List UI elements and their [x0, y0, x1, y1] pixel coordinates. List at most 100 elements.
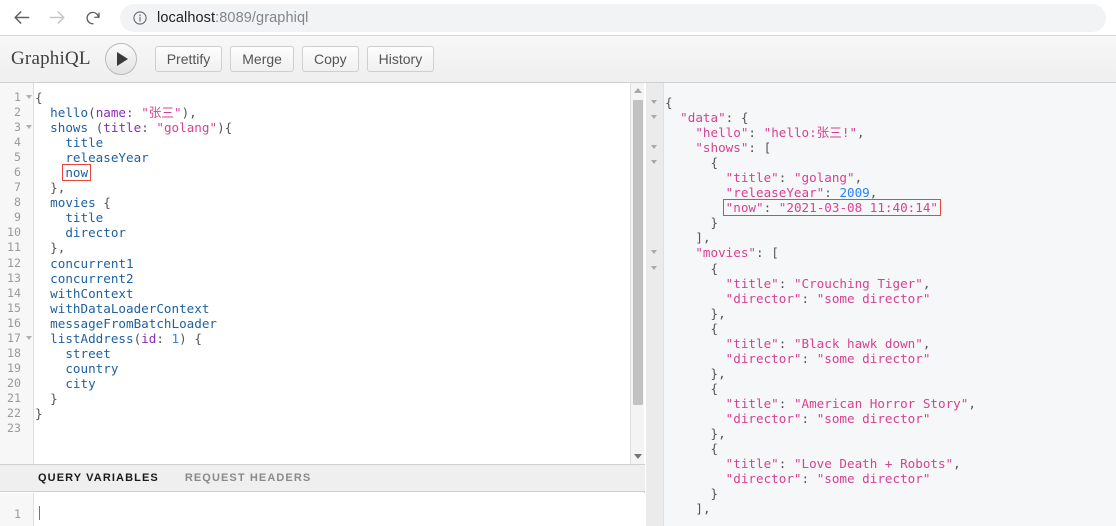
result-fold-arrows[interactable] — [646, 95, 664, 516]
fold-arrow-icon[interactable] — [651, 115, 657, 120]
copy-button[interactable]: Copy — [301, 46, 359, 72]
result-line: "director": "some director" — [725, 290, 931, 306]
code-line: } — [50, 390, 58, 406]
variables-editor[interactable]: 1 — [0, 493, 645, 526]
result-pane[interactable]: { "data": { "hello": "hello:张三!", "shows… — [646, 83, 1116, 526]
code-line: concurrent1 — [50, 255, 134, 271]
play-icon — [116, 52, 128, 66]
url-text: localhost:8089/graphiql — [157, 10, 308, 26]
tab-query-variables[interactable]: QUERY VARIABLES — [38, 472, 159, 484]
query-line-number: 12 — [7, 255, 21, 270]
variables-caret — [39, 506, 40, 520]
fold-arrow-icon[interactable] — [26, 335, 32, 340]
fold-arrow-icon[interactable] — [651, 160, 657, 165]
query-line-numbers: 1 2 3 4 5 6 7 8 9 10 11 12 13 14 15 16 17 18 19 20 21 22 23 — [0, 83, 34, 436]
result-gutter-row — [646, 321, 664, 336]
result-gutter-row — [646, 95, 664, 110]
query-line-number: 15 — [7, 300, 21, 315]
variables-line-number: 1 — [14, 507, 21, 521]
result-gutter-row — [646, 471, 664, 486]
result-line: "title": "Love Death + Robots", — [725, 456, 961, 472]
code-line: releaseYear — [65, 150, 149, 166]
fold-arrow-icon[interactable] — [651, 100, 657, 104]
fold-arrow-icon[interactable] — [651, 250, 657, 255]
code-line: country — [65, 360, 119, 376]
url-host: localhost — [157, 9, 216, 26]
scroll-up-arrow-icon[interactable] — [634, 88, 642, 93]
result-gutter-row — [646, 336, 664, 351]
scrollbar-thumb[interactable] — [633, 100, 643, 405]
back-button[interactable] — [6, 3, 36, 33]
graphiql-toolbar: GraphiQL Prettify Merge Copy History — [0, 36, 1116, 83]
arrow-right-icon — [49, 11, 65, 24]
result-gutter-row — [646, 140, 664, 155]
result-gutter-row — [646, 170, 664, 185]
query-line-number: 17 — [0, 331, 34, 346]
result-line: { — [665, 95, 673, 110]
query-scrollbar[interactable] — [630, 83, 644, 464]
result-line: } — [710, 486, 719, 502]
editor-panes: 1 2 3 4 5 6 7 8 9 10 11 12 13 14 15 16 17 18 19 20 21 22 23 { … — [0, 83, 1116, 526]
result-gutter-row — [646, 125, 664, 140]
query-line-number: 5 — [14, 150, 21, 165]
query-line-number: 10 — [7, 225, 21, 240]
query-line-number: 22 — [7, 405, 21, 420]
result-line: { — [710, 380, 719, 396]
code-line: street — [65, 345, 111, 361]
query-line-number: 3 — [0, 120, 34, 135]
result-gutter-row — [646, 291, 664, 306]
result-gutter-row — [646, 411, 664, 426]
result-line: "movies": [ — [695, 245, 779, 261]
reload-button[interactable] — [78, 3, 108, 33]
code-line: shows (title: "golang"){ — [50, 120, 233, 136]
query-line-number: 23 — [7, 421, 21, 436]
result-line: "director": "some director" — [725, 410, 931, 426]
query-line-number: 11 — [7, 240, 21, 255]
result-line: } — [710, 215, 719, 231]
result-line: "shows": [ — [695, 140, 772, 156]
result-code: { "data": { "hello": "hello:张三!", "shows… — [665, 83, 1116, 516]
result-line: ], — [695, 230, 711, 246]
query-line-number: 19 — [7, 360, 21, 375]
query-editor[interactable]: 1 2 3 4 5 6 7 8 9 10 11 12 13 14 15 16 17 18 19 20 21 22 23 { … — [0, 83, 645, 464]
result-gutter-row — [646, 381, 664, 396]
browser-toolbar: localhost:8089/graphiql — [0, 0, 1116, 36]
result-gutter-row — [646, 426, 664, 441]
merge-button[interactable]: Merge — [230, 46, 294, 72]
result-line: }, — [710, 365, 726, 381]
info-circle-icon[interactable] — [132, 10, 148, 26]
query-line-number: 6 — [14, 165, 21, 180]
result-line: }, — [710, 305, 726, 321]
query-code[interactable]: { hello(name: "张三"), shows (title: "gola… — [35, 83, 645, 436]
result-line: ], — [695, 501, 711, 517]
code-line: director — [65, 225, 127, 241]
address-bar[interactable]: localhost:8089/graphiql — [120, 3, 1106, 32]
result-gutter-row — [646, 155, 664, 170]
fold-arrow-icon[interactable] — [26, 95, 32, 99]
query-pane: 1 2 3 4 5 6 7 8 9 10 11 12 13 14 15 16 17 18 19 20 21 22 23 { … — [0, 83, 645, 526]
result-line: { — [710, 155, 719, 171]
code-line: hello(name: "张三"), — [50, 105, 197, 121]
prettify-button[interactable]: Prettify — [154, 46, 223, 72]
tab-request-headers[interactable]: REQUEST HEADERS — [185, 472, 312, 484]
result-gutter-row — [646, 441, 664, 456]
execute-query-button[interactable] — [104, 43, 137, 75]
history-button[interactable]: History — [366, 46, 435, 72]
variables-tabs: QUERY VARIABLES REQUEST HEADERS — [0, 464, 645, 492]
result-line: "title": "golang", — [725, 170, 863, 186]
result-line: "title": "Crouching Tiger", — [725, 275, 931, 291]
forward-button[interactable] — [42, 3, 72, 33]
fold-arrow-icon[interactable] — [651, 145, 657, 150]
result-line: "releaseYear": 2009, — [725, 185, 878, 201]
result-line: "hello": "hello:张三!", — [695, 125, 865, 141]
scroll-down-arrow-icon[interactable] — [634, 454, 642, 459]
fold-arrow-icon[interactable] — [26, 125, 32, 130]
highlighted-token: now — [62, 164, 92, 182]
result-gutter-row — [646, 456, 664, 471]
result-gutter-row — [646, 200, 664, 215]
result-gutter-row — [646, 366, 664, 381]
code-line: city — [65, 375, 96, 391]
url-path: :8089/graphiql — [215, 9, 309, 26]
fold-arrow-icon[interactable] — [651, 265, 657, 270]
